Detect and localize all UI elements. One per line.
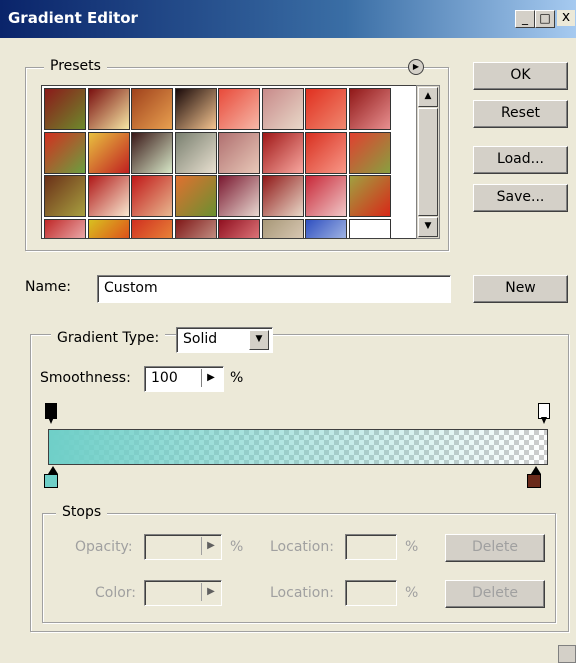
window-title: Gradient Editor [8,9,138,27]
ok-button[interactable]: OK [473,62,568,90]
color-location-label: Location: [270,585,334,601]
preset-swatch[interactable] [44,175,86,217]
preset-swatch[interactable] [174,88,217,130]
color-arrow-icon[interactable]: ▶ [201,583,220,601]
smoothness-field[interactable]: 100 ▶ [144,366,224,392]
preset-swatch[interactable] [131,131,173,174]
color-stop-left-pointer [48,466,58,474]
preset-swatch[interactable] [87,88,130,130]
preset-swatch[interactable] [87,218,130,238]
color-delete-button[interactable]: Delete [445,580,545,608]
preset-swatch[interactable] [131,88,173,130]
preset-swatch[interactable] [44,131,86,174]
preset-swatch[interactable] [218,218,260,238]
preset-swatch[interactable] [348,131,391,174]
preset-swatch[interactable] [44,218,86,238]
gradient-fill [49,430,547,464]
preset-swatch[interactable] [87,175,130,217]
scroll-thumb[interactable] [418,108,438,216]
opacity-stop-right-pointer [541,417,547,424]
preset-swatch[interactable] [174,175,217,217]
color-stop-left-icon[interactable] [44,474,58,488]
preset-swatch[interactable] [261,218,304,238]
color-location-unit: % [405,585,419,601]
preset-swatch[interactable] [305,88,347,130]
color-stop-right-pointer [531,466,541,474]
opacity-unit: % [230,539,244,555]
opacity-location-unit: % [405,539,419,555]
new-button[interactable]: New [473,275,568,303]
gradient-preview[interactable] [48,429,548,465]
gradient-type-select[interactable]: Solid ▼ [176,327,273,353]
name-label: Name: [25,279,72,295]
chevron-down-icon[interactable]: ▼ [249,330,269,350]
preset-swatch[interactable] [87,131,130,174]
opacity-label: Opacity: [75,539,133,555]
opacity-field[interactable]: ▶ [144,534,222,560]
color-field[interactable]: ▶ [144,580,222,606]
smoothness-unit: % [230,370,244,386]
preset-swatch[interactable] [218,88,260,130]
name-field[interactable]: Custom [97,275,451,303]
preset-swatch[interactable] [348,175,391,217]
opacity-location-field[interactable] [345,534,397,560]
presets-legend: Presets [44,58,107,74]
opacity-delete-button[interactable]: Delete [445,534,545,562]
color-label: Color: [95,585,137,601]
scroll-down-icon[interactable]: ▼ [418,217,438,237]
maximize-button[interactable]: □ [535,10,555,28]
save-button[interactable]: Save... [473,184,568,212]
minimize-button[interactable]: _ [515,10,535,28]
load-button[interactable]: Load... [473,146,568,174]
scroll-up-icon[interactable]: ▲ [418,87,438,107]
resize-grip-icon[interactable] [558,645,576,663]
color-location-field[interactable] [345,580,397,606]
smoothness-arrow-icon[interactable]: ▶ [201,369,220,387]
color-stop-right-icon[interactable] [527,474,541,488]
gradient-type-label: Gradient Type: [51,330,166,346]
preset-swatch[interactable] [261,175,304,217]
preset-swatch[interactable] [218,131,260,174]
smoothness-label: Smoothness: [40,370,131,386]
presets-swatch-grid[interactable] [41,85,417,239]
gradient-type-value: Solid [183,331,218,347]
preset-swatch[interactable] [174,131,217,174]
preset-swatch[interactable] [131,218,173,238]
preset-swatch[interactable] [261,88,304,130]
opacity-stop-left-pointer [48,417,54,424]
name-value: Custom [104,280,158,296]
preset-swatch[interactable] [174,218,217,238]
preset-swatch[interactable] [305,175,347,217]
preset-swatch[interactable] [44,88,86,130]
preset-swatch[interactable] [131,175,173,217]
preset-swatch[interactable] [348,218,391,238]
smoothness-value: 100 [151,370,178,386]
opacity-arrow-icon[interactable]: ▶ [201,537,220,555]
preset-swatch[interactable] [348,88,391,130]
close-button[interactable]: x [557,10,575,26]
opacity-location-label: Location: [270,539,334,555]
reset-button[interactable]: Reset [473,100,568,128]
presets-menu-icon[interactable]: ▶ [408,59,424,75]
preset-swatch[interactable] [305,218,347,238]
preset-swatch[interactable] [218,175,260,217]
stops-legend: Stops [56,504,108,520]
preset-swatch[interactable] [261,131,304,174]
presets-scrollbar[interactable]: ▲ ▼ [416,85,440,239]
preset-swatch[interactable] [305,131,347,174]
